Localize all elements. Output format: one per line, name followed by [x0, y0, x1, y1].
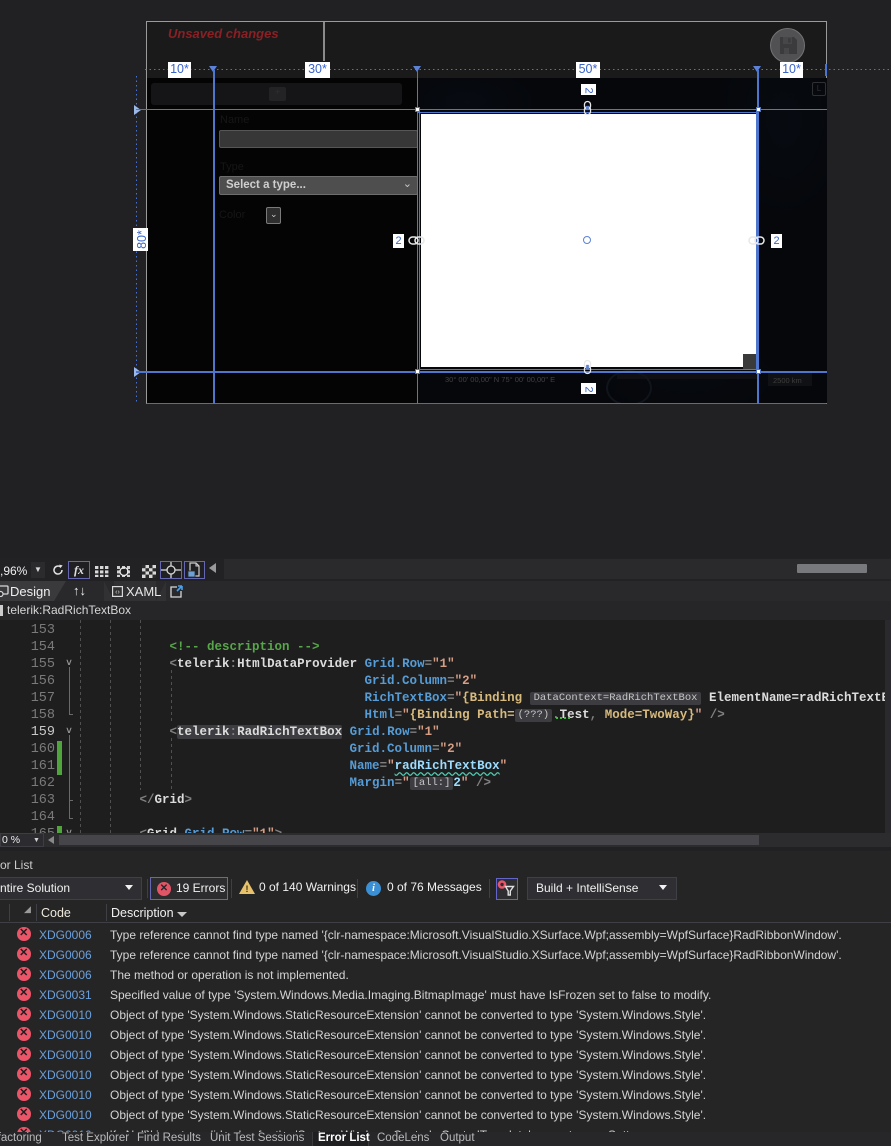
svg-text:‹›: ‹›	[115, 589, 120, 596]
